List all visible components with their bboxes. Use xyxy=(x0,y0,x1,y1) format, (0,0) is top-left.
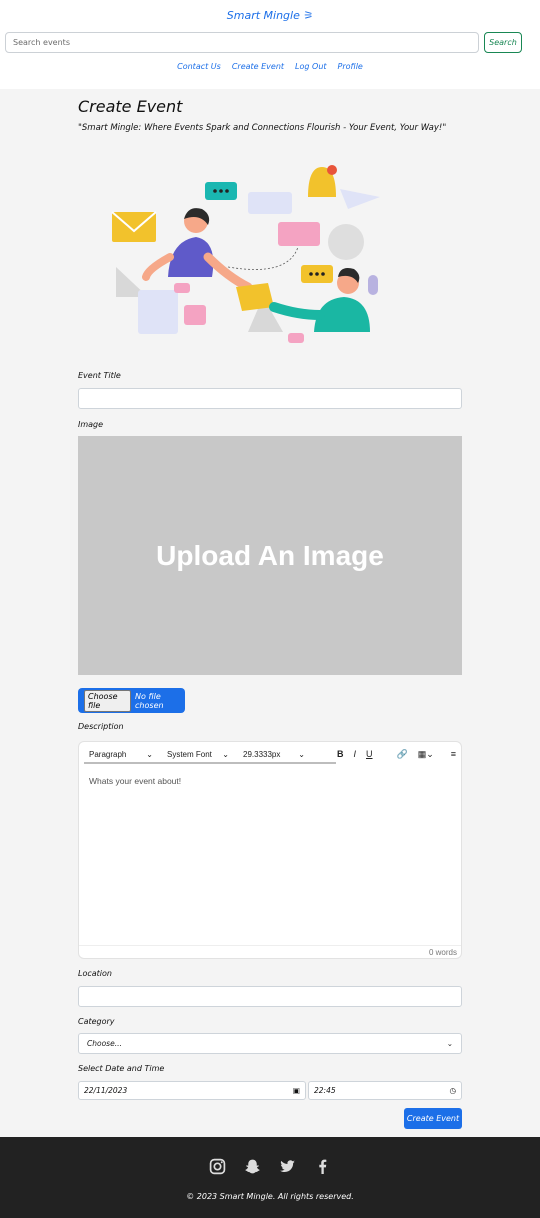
nav-log-out[interactable]: Log Out xyxy=(295,62,326,71)
editor-placeholder[interactable]: Whats your event about! xyxy=(89,776,181,786)
page-tagline: "Smart Mingle: Where Events Spark and Co… xyxy=(78,123,447,133)
clock-icon[interactable]: ◷ xyxy=(449,1086,456,1095)
event-title-input[interactable] xyxy=(78,388,462,409)
italic-button[interactable]: I xyxy=(354,749,357,759)
chevron-down-icon: ⌄ xyxy=(146,749,153,759)
align-icon[interactable]: ≡ xyxy=(451,749,456,759)
font-size-select[interactable]: 29.3333px ⌄ xyxy=(238,746,310,762)
page-title: Create Event xyxy=(78,97,183,116)
file-status: No file chosen xyxy=(135,691,164,710)
twitter-icon[interactable] xyxy=(279,1158,296,1175)
choose-file-button[interactable]: Choose file xyxy=(84,689,132,712)
facebook-icon[interactable] xyxy=(314,1158,331,1175)
create-event-button[interactable]: Create Event xyxy=(404,1108,462,1129)
chevron-down-icon: ⌄ xyxy=(298,749,305,759)
date-value: 22/11/2023 xyxy=(84,1086,128,1095)
font-size-value: 29.3333px xyxy=(243,749,281,759)
image-upload-area[interactable]: Upload An Image xyxy=(78,436,462,675)
toolbar-divider xyxy=(84,762,336,764)
search-button[interactable]: Search xyxy=(484,32,522,53)
editor-toolbar: Paragraph ⌄ System Font ⌄ 29.3333px ⌄ B … xyxy=(79,742,461,766)
location-input[interactable] xyxy=(78,986,462,1007)
link-icon[interactable]: 🔗 xyxy=(397,749,408,760)
rich-text-editor: Paragraph ⌄ System Font ⌄ 29.3333px ⌄ B … xyxy=(78,741,462,959)
description-label: Description xyxy=(78,722,124,731)
location-label: Location xyxy=(78,969,112,978)
upload-text: Upload An Image xyxy=(156,539,384,571)
block-format-value: Paragraph xyxy=(89,749,127,759)
brand-title[interactable]: Smart Mingle ⚞ xyxy=(0,9,540,22)
image-label: Image xyxy=(78,420,104,429)
main-nav: Contact Us Create Event Log Out Profile xyxy=(0,62,540,71)
search-input[interactable] xyxy=(5,32,479,53)
file-input[interactable]: Choose file No file chosen xyxy=(78,688,185,713)
category-label: Category xyxy=(78,1017,115,1026)
word-count: 0 words xyxy=(79,945,461,958)
time-input[interactable]: 22:45 ◷ xyxy=(308,1081,462,1100)
chevron-down-icon: ⌄ xyxy=(446,1039,453,1048)
nav-contact-us[interactable]: Contact Us xyxy=(177,62,221,71)
networking-illustration xyxy=(111,165,380,343)
category-select[interactable]: Choose... ⌄ xyxy=(78,1033,462,1054)
font-family-value: System Font xyxy=(167,749,212,759)
category-selected: Choose... xyxy=(87,1039,122,1048)
calendar-icon[interactable]: ▣ xyxy=(293,1086,300,1095)
bold-button[interactable]: B xyxy=(337,749,344,759)
footer: © 2023 Smart Mingle. All rights reserved… xyxy=(0,1137,540,1218)
block-format-select[interactable]: Paragraph ⌄ xyxy=(84,746,158,762)
time-value: 22:45 xyxy=(314,1086,336,1095)
nav-profile[interactable]: Profile xyxy=(338,62,363,71)
copyright-text: © 2023 Smart Mingle. All rights reserved… xyxy=(186,1192,354,1201)
font-family-select[interactable]: System Font ⌄ xyxy=(162,746,234,762)
date-input[interactable]: 22/11/2023 ▣ xyxy=(78,1081,306,1100)
instagram-icon[interactable] xyxy=(209,1158,226,1175)
snapchat-icon[interactable] xyxy=(244,1158,261,1175)
chevron-down-icon: ⌄ xyxy=(222,749,229,759)
table-icon[interactable]: ▦⌄ xyxy=(418,749,434,760)
underline-button[interactable]: U xyxy=(366,749,373,759)
event-title-label: Event Title xyxy=(78,371,121,380)
top-header: Smart Mingle ⚞ Search Contact Us Create … xyxy=(0,0,540,89)
social-links xyxy=(0,1158,540,1175)
datetime-label: Select Date and Time xyxy=(78,1064,165,1073)
nav-create-event[interactable]: Create Event xyxy=(232,62,284,71)
